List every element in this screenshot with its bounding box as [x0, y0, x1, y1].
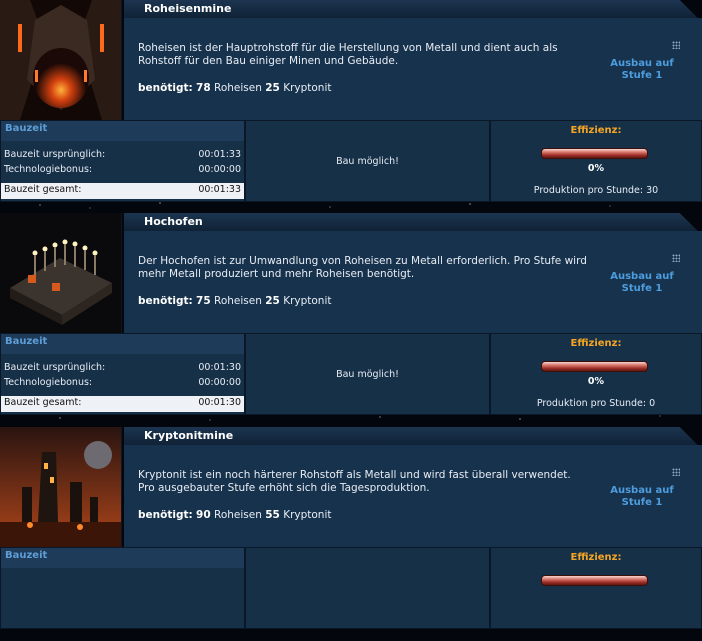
requirements: benötigt: 75 Roheisen 25 Kryptonit: [138, 295, 332, 307]
grip-icon: [672, 468, 680, 476]
build-status-panel: Bau möglich!: [245, 120, 490, 202]
description-panel: Der Hochofen ist zur Umwandlung von Rohe…: [124, 231, 702, 333]
requirements: benötigt: 78 Roheisen 25 Kryptonit: [138, 82, 332, 94]
building-title: Roheisenmine: [144, 2, 232, 15]
building-title-bar: Roheisenmine: [124, 0, 702, 18]
grip-icon: [672, 41, 680, 49]
build-info-row: Bauzeit Bauzeit ursprünglich: 00:01:30 T…: [0, 333, 702, 415]
efficiency-panel: Effizienz:: [490, 547, 702, 629]
description-panel: Kryptonit ist ein noch härterer Rohstoff…: [124, 445, 702, 547]
blast-furnace-image: [0, 213, 122, 333]
requirements: benötigt: 90 Roheisen 55 Kryptonit: [138, 509, 332, 521]
bauzeit-panel: Bauzeit Bauzeit ursprünglich: 00:01:33 T…: [0, 120, 245, 202]
building-title-bar: Hochofen: [124, 213, 702, 231]
efficiency-panel: Effizienz: 0% Produktion pro Stunde: 30: [490, 120, 702, 202]
efficiency-bar: [541, 361, 648, 372]
efficiency-label: Effizienz:: [570, 552, 622, 563]
efficiency-bar: [541, 148, 648, 159]
build-status[interactable]: Bau möglich!: [246, 156, 489, 167]
efficiency-label: Effizienz:: [570, 125, 622, 136]
lava-mine-image: [0, 0, 122, 120]
upgrade-link[interactable]: Ausbau auf Stufe 1: [602, 271, 682, 295]
bauzeit-header: Bauzeit: [1, 121, 244, 141]
efficiency-panel: Effizienz: 0% Produktion pro Stunde: 0: [490, 333, 702, 415]
building-block-kryptonitmine: Kryptonitmine Kryptonit ist ein noch här…: [0, 427, 702, 641]
building-description: Roheisen ist der Hauptrohstoff für die H…: [138, 42, 558, 67]
production-per-hour: Produktion pro Stunde: 30: [533, 185, 659, 196]
technologiebonus: Technologiebonus: 00:00:00: [4, 164, 241, 175]
building-description: Der Hochofen ist zur Umwandlung von Rohe…: [138, 255, 587, 280]
bauzeit-panel: Bauzeit Bauzeit ursprünglich: 00:01:30 T…: [0, 333, 245, 415]
build-info-row: Bauzeit Bauzeit ursprünglich: 00:01:33 T…: [0, 120, 702, 202]
build-info-row: Bauzeit Effizienz:: [0, 547, 702, 629]
building-title: Kryptonitmine: [144, 429, 234, 442]
description-panel: Roheisen ist der Hauptrohstoff für die H…: [124, 18, 702, 120]
upgrade-link[interactable]: Ausbau auf Stufe 1: [602, 485, 682, 509]
bauzeit-original: Bauzeit ursprünglich: 00:01:33: [4, 149, 241, 160]
build-status-panel: Bau möglich!: [245, 333, 490, 415]
technologiebonus: Technologiebonus: 00:00:00: [4, 377, 241, 388]
building-block-hochofen: Hochofen Der Hochofen ist zur Umwandlung…: [0, 213, 702, 427]
grip-icon: [672, 254, 680, 262]
building-title-bar: Kryptonitmine: [124, 427, 702, 445]
efficiency-label: Effizienz:: [570, 338, 622, 349]
bauzeit-panel: Bauzeit: [0, 547, 245, 629]
bauzeit-original: Bauzeit ursprünglich: 00:01:30: [4, 362, 241, 373]
bauzeit-gesamt: Bauzeit gesamt: 00:01:30: [1, 396, 244, 412]
kryptonite-mine-image: [0, 427, 122, 547]
building-description: Kryptonit ist ein noch härterer Rohstoff…: [138, 469, 571, 494]
building-block-roheisenmine: Roheisenmine Roheisen ist der Hauptrohst…: [0, 0, 702, 214]
efficiency-bar: [541, 575, 648, 586]
build-status-panel: [245, 547, 490, 629]
building-title: Hochofen: [144, 215, 203, 228]
upgrade-link[interactable]: Ausbau auf Stufe 1: [602, 58, 682, 82]
bauzeit-header: Bauzeit: [1, 334, 244, 354]
efficiency-percent: 0%: [587, 163, 605, 174]
build-status[interactable]: Bau möglich!: [246, 369, 489, 380]
efficiency-percent: 0%: [587, 376, 605, 387]
bauzeit-header: Bauzeit: [1, 548, 244, 568]
bauzeit-gesamt: Bauzeit gesamt: 00:01:33: [1, 183, 244, 199]
production-per-hour: Produktion pro Stunde: 0: [536, 398, 656, 409]
